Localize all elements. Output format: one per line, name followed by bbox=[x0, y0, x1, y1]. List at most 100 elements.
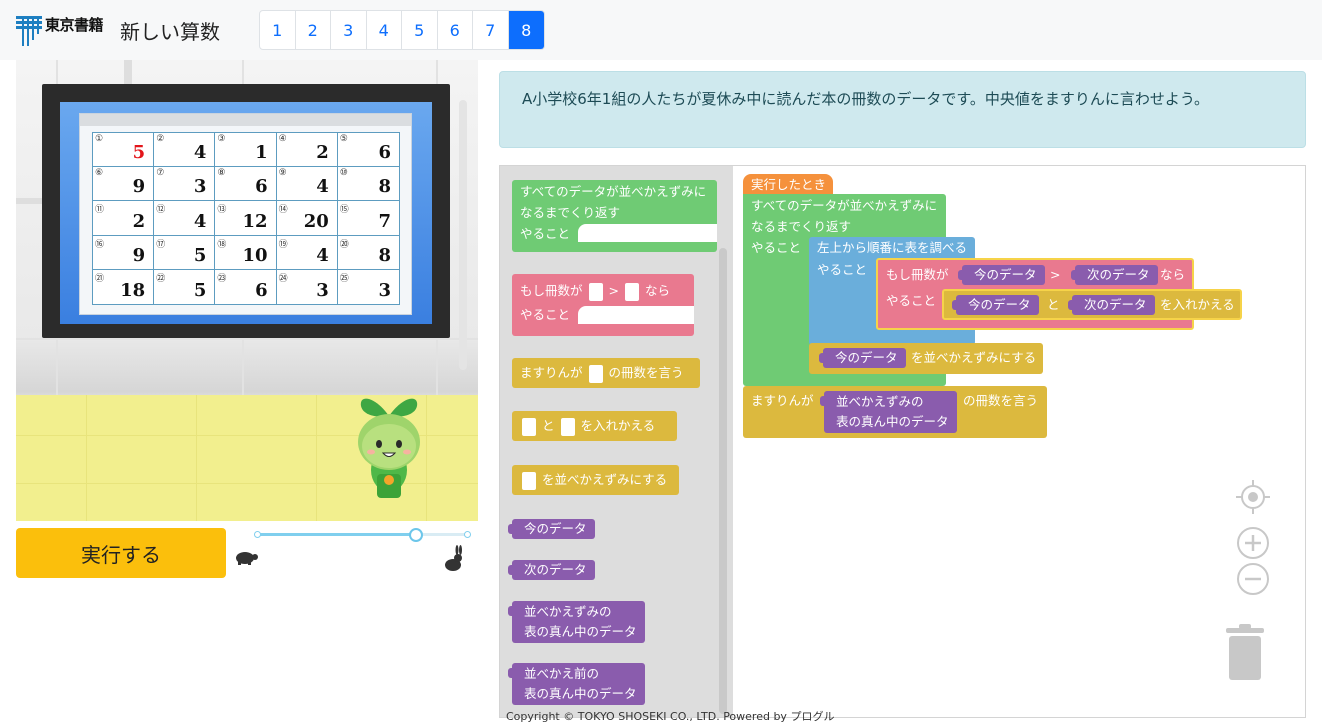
program-hat-block[interactable]: 実行したとき bbox=[743, 174, 833, 196]
cell-value: 4 bbox=[316, 176, 329, 198]
block-text: なら bbox=[645, 283, 671, 298]
page-button-5[interactable]: 5 bbox=[402, 11, 438, 49]
table-cell: ⑲4 bbox=[276, 235, 338, 270]
table-cell: ⑭ 20 bbox=[276, 201, 338, 236]
block-workspace[interactable]: すべてのデータが並べかえずみに なるまでくり返す やること もし冊数が > なら や… bbox=[499, 165, 1306, 718]
block-text: を並べかえずみにする bbox=[911, 350, 1037, 365]
if-current-data-block[interactable]: 今のデータ bbox=[958, 265, 1045, 285]
run-button[interactable]: 実行する bbox=[16, 528, 226, 578]
table-cell: ⑥9 bbox=[93, 167, 155, 202]
page-button-4[interactable]: 4 bbox=[367, 11, 402, 49]
task-instruction: A小学校6年1組の人たちが夏休み中に読んだ本の冊数のデータです。中央値をますりん… bbox=[499, 71, 1306, 148]
cell-index: ㉒ bbox=[156, 273, 166, 284]
cell-value: 2 bbox=[132, 210, 146, 232]
cell-value: 12 bbox=[242, 210, 268, 232]
program-mark-sorted-block[interactable]: 今のデータ を並べかえずみにする bbox=[809, 343, 1043, 374]
table-cell: ㉑ 18 bbox=[93, 269, 155, 304]
toolbox-mark-sorted-block[interactable]: を並べかえずみにする bbox=[512, 465, 679, 495]
toolbox-repeat-block[interactable]: すべてのデータが並べかえずみに なるまでくり返す やること bbox=[512, 180, 717, 252]
zoom-out-icon[interactable] bbox=[1236, 562, 1270, 596]
value-slot[interactable] bbox=[588, 364, 603, 383]
cell-value: 5 bbox=[193, 244, 207, 266]
value-slot[interactable] bbox=[625, 282, 639, 301]
cell-value: 1 bbox=[255, 142, 268, 164]
page-button-8[interactable]: 8 bbox=[508, 11, 544, 49]
page-button-3[interactable]: 3 bbox=[331, 11, 367, 49]
table-cell: ③1 bbox=[215, 133, 277, 168]
block-text: と bbox=[542, 418, 555, 433]
table-cell: ⑫4 bbox=[154, 201, 216, 236]
value-slot[interactable] bbox=[522, 471, 536, 490]
block-text: の冊数を言う bbox=[608, 365, 684, 380]
cell-index: ㉔ bbox=[278, 273, 288, 284]
table-cell: ⑨4 bbox=[276, 167, 338, 202]
block-text: 実行したとき bbox=[751, 177, 827, 192]
block-text: > bbox=[1050, 267, 1061, 282]
cell-value: 8 bbox=[378, 176, 391, 198]
zoom-in-icon[interactable] bbox=[1236, 526, 1270, 560]
toolbox-swap-block[interactable]: と を入れかえる bbox=[512, 411, 677, 441]
table-cell: ⑬ 12 bbox=[215, 201, 277, 236]
program-say-block[interactable]: ますりんが 並べかえずみの 表の真ん中のデータ の冊数を言う bbox=[743, 386, 1047, 438]
turtle-slow-icon bbox=[236, 552, 258, 565]
toolbox-if-block[interactable]: もし冊数が > なら やること bbox=[512, 274, 694, 336]
table-cell: ⑰5 bbox=[154, 235, 216, 270]
page-button-2[interactable]: 2 bbox=[296, 11, 331, 49]
block-text: 並べかえずみの bbox=[524, 604, 612, 619]
block-text: すべてのデータが並べかえずみに bbox=[751, 198, 938, 213]
wall-pipe bbox=[16, 198, 42, 204]
swap-next-data-block[interactable]: 次のデータ bbox=[1068, 295, 1155, 315]
cell-index: ⑤ bbox=[339, 134, 348, 144]
toolbox-scrollbar[interactable] bbox=[719, 248, 727, 714]
cell-value: 4 bbox=[316, 244, 329, 266]
value-slot[interactable] bbox=[522, 417, 536, 436]
block-text: もし冊数が bbox=[520, 283, 583, 298]
block-text: やること bbox=[817, 262, 868, 277]
cell-index: ③ bbox=[217, 134, 226, 144]
page-button-7[interactable]: 7 bbox=[473, 11, 509, 49]
trash-icon[interactable] bbox=[1222, 622, 1268, 682]
cell-index: ⑲ bbox=[278, 239, 288, 250]
cell-value: 4 bbox=[193, 210, 207, 232]
block-text: 表の真ん中のデータ bbox=[836, 414, 949, 429]
recenter-icon[interactable] bbox=[1236, 480, 1270, 514]
logo-mark-icon bbox=[16, 16, 44, 46]
value-slot[interactable] bbox=[560, 417, 575, 436]
cell-index: ⑧ bbox=[217, 168, 226, 179]
cell-index: ⑩ bbox=[339, 168, 348, 179]
block-toolbox: すべてのデータが並べかえずみに なるまでくり返す やること もし冊数が > なら や… bbox=[500, 166, 733, 717]
stage-area: ① 5 ② 4 ③ 1 ④ 2 ⑤ 6 ⑥ 9 ⑦ 3 ⑧ 6 ⑨ 4 ⑩ 8 ⑪ 2 ⑫ 4 ⑬ 12 ⑭ 20 ⑮ 7 ⑯ 9 ⑰ 5 ⑱ 10 ⑲… bbox=[16, 60, 478, 521]
cell-value: 6 bbox=[378, 142, 391, 164]
cell-index: ⑰ bbox=[156, 239, 166, 250]
data-board: ① 5 ② 4 ③ 1 ④ 2 ⑤ 6 ⑥ 9 ⑦ 3 ⑧ 6 ⑨ 4 ⑩ 8 ⑪ 2 ⑫ 4 ⑬ 12 ⑭ 20 ⑮ 7 ⑯ 9 ⑰ 5 ⑱ 10 ⑲… bbox=[79, 113, 412, 315]
toolbox-next-data-block[interactable]: 次のデータ bbox=[508, 560, 595, 580]
cell-value: 9 bbox=[132, 176, 146, 198]
cell-index: ⑬ bbox=[217, 205, 227, 216]
program-swap-block[interactable]: 今のデータ と 次のデータ を入れかえる bbox=[942, 289, 1242, 320]
block-text: 並べかえずみの bbox=[836, 394, 924, 409]
table-cell: ⑱ 10 bbox=[215, 235, 277, 270]
block-text: もし冊数が bbox=[886, 267, 949, 282]
block-text: やること bbox=[520, 307, 571, 322]
toolbox-sorted-median-block[interactable]: 並べかえずみの 表の真ん中のデータ bbox=[508, 601, 645, 643]
page-button-1[interactable]: 1 bbox=[260, 11, 296, 49]
cell-index: ② bbox=[156, 134, 165, 144]
table-cell: ⑤6 bbox=[337, 133, 399, 168]
swap-current-data-block[interactable]: 今のデータ bbox=[952, 295, 1039, 315]
speed-slider-thumb[interactable] bbox=[408, 528, 423, 542]
speed-slider[interactable] bbox=[254, 527, 471, 543]
toolbox-say-block[interactable]: ますりんが の冊数を言う bbox=[512, 358, 700, 388]
toolbox-unsorted-median-block[interactable]: 並べかえ前の 表の真ん中のデータ bbox=[508, 663, 645, 705]
page-selector: 12345678 bbox=[259, 10, 545, 50]
toolbox-current-data-block[interactable]: 今のデータ bbox=[508, 519, 595, 539]
block-text: を並べかえずみにする bbox=[542, 472, 668, 487]
value-slot[interactable] bbox=[588, 282, 603, 301]
sort-current-data-block[interactable]: 今のデータ bbox=[819, 348, 906, 368]
say-sorted-median-block[interactable]: 並べかえずみの 表の真ん中のデータ bbox=[820, 391, 957, 433]
cell-index: ㉓ bbox=[217, 273, 227, 284]
cell-index: ⑳ bbox=[339, 239, 349, 250]
cell-value: 10 bbox=[242, 244, 268, 266]
block-text: やること bbox=[751, 240, 802, 255]
if-next-data-block[interactable]: 次のデータ bbox=[1071, 265, 1158, 285]
page-button-6[interactable]: 6 bbox=[438, 11, 473, 49]
